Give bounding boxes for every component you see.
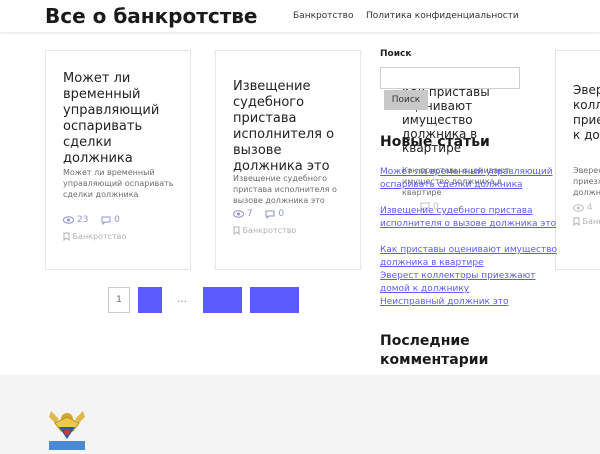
new-post-link[interactable]: Эверест коллекторы приезжают домой к дол… xyxy=(380,270,560,296)
pagination-dots: … xyxy=(177,294,187,305)
emblem-icon xyxy=(49,411,85,450)
post-card[interactable]: Извещение судебного пристава исполнителя… xyxy=(215,50,361,270)
views-count: 4 xyxy=(586,203,593,213)
eye-icon xyxy=(573,204,584,212)
post-category[interactable]: Банкротство xyxy=(573,217,600,226)
bookmark-icon xyxy=(233,226,240,235)
views-count: 7 xyxy=(246,209,253,219)
recent-comments-heading: Последние комментарии xyxy=(380,333,489,368)
new-post-link[interactable]: Может ли временный управляющий оспариват… xyxy=(380,166,560,192)
pagination-next-button[interactable] xyxy=(250,287,299,313)
pagination-current: 1 xyxy=(108,287,130,313)
post-category[interactable]: Банкротство xyxy=(233,226,296,235)
comment-icon xyxy=(265,210,275,219)
pagination-page-link[interactable] xyxy=(138,287,162,313)
comments-count: 0 xyxy=(114,215,120,225)
new-post-link[interactable]: Извещение судебного пристава исполнителя… xyxy=(380,205,560,231)
comments-count: 0 xyxy=(278,209,285,219)
post-title[interactable]: Может ли временный управляющий оспариват… xyxy=(63,71,183,167)
post-excerpt: Может ли временный управляющий оспариват… xyxy=(63,168,174,199)
post-category[interactable]: Банкротство xyxy=(63,232,126,241)
new-post-link[interactable]: Как приставы оценивают имущество должник… xyxy=(380,244,560,270)
site-header: Все о банкротстве Банкротство Политика к… xyxy=(0,0,600,32)
post-excerpt: Эверест коллекторы приезжают домой к дол… xyxy=(573,166,600,197)
bookmark-icon xyxy=(63,232,70,241)
pagination-page-link[interactable] xyxy=(203,287,242,313)
nav-link-privacy[interactable]: Политика конфиденциальности xyxy=(366,11,519,21)
post-excerpt: Извещение судебного пристава исполнителя… xyxy=(233,174,337,205)
search-input[interactable] xyxy=(380,67,520,89)
bookmark-icon xyxy=(573,217,580,226)
views-count: 23 xyxy=(76,215,89,225)
post-title[interactable]: Эверест коллекторы приезжают домой к дол… xyxy=(573,83,600,143)
emblem-logo xyxy=(45,405,89,454)
comment-icon xyxy=(101,216,111,225)
post-meta: 7 0 xyxy=(233,209,284,220)
new-posts-heading: Новые статьи xyxy=(380,134,490,150)
site-title[interactable]: Все о банкротстве xyxy=(45,4,258,28)
eye-icon xyxy=(233,210,244,218)
new-post-link[interactable]: Неисправный должник это xyxy=(380,296,560,309)
post-card[interactable]: Может ли временный управляющий оспариват… xyxy=(45,50,191,270)
post-meta: 4 xyxy=(573,203,593,214)
nav-link-bankruptcy[interactable]: Банкротство xyxy=(293,11,353,21)
search-label: Поиск xyxy=(380,49,412,59)
post-card[interactable]: Эверест коллекторы приезжают домой к дол… xyxy=(555,50,600,270)
post-meta: 23 0 xyxy=(63,215,120,226)
eye-icon xyxy=(63,216,74,224)
post-title[interactable]: Извещение судебного пристава исполнителя… xyxy=(233,79,353,175)
search-button[interactable]: Поиск xyxy=(384,90,428,110)
